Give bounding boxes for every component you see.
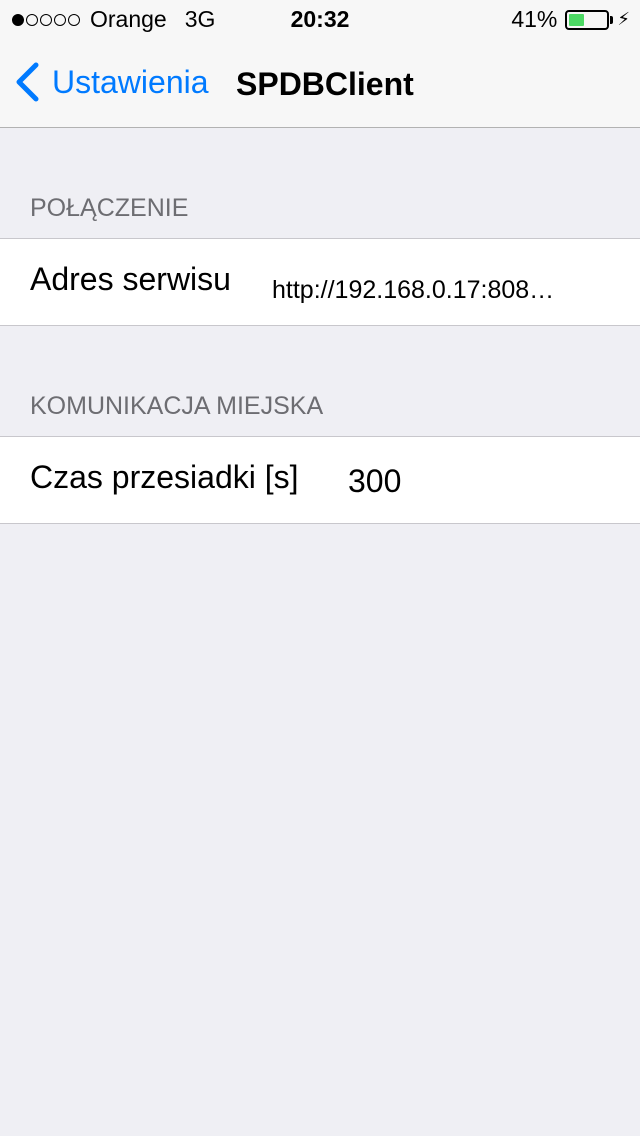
transfer-time-input[interactable] <box>348 461 608 501</box>
battery-icon <box>565 9 610 30</box>
row-label: Czas przesiadki [s] <box>30 459 299 495</box>
settings-row-service-address[interactable]: Adres serwisu <box>0 238 640 326</box>
charging-bolt-icon: ⚡︎ <box>617 9 630 29</box>
battery-fill <box>569 13 585 26</box>
row-label: Adres serwisu <box>30 261 231 297</box>
status-bar: Orange 3G 20:32 41% ⚡︎ <box>0 0 640 40</box>
status-right: 41% ⚡︎ <box>511 6 630 33</box>
navigation-bar: Ustawienia SPDBClient <box>0 40 640 128</box>
page-title: SPDBClient <box>236 66 414 102</box>
section-header-connection: POŁĄCZENIE <box>30 194 189 222</box>
battery-percent: 41% <box>511 6 558 32</box>
back-button-label: Ustawienia <box>52 63 209 100</box>
section-header-public-transport: KOMUNIKACJA MIEJSKA <box>30 392 324 420</box>
chevron-left-icon <box>16 62 39 102</box>
service-address-input[interactable] <box>272 273 608 307</box>
battery-cap <box>610 15 614 24</box>
settings-row-transfer-time[interactable]: Czas przesiadki [s] <box>0 436 640 524</box>
back-button[interactable]: Ustawienia <box>14 62 209 102</box>
